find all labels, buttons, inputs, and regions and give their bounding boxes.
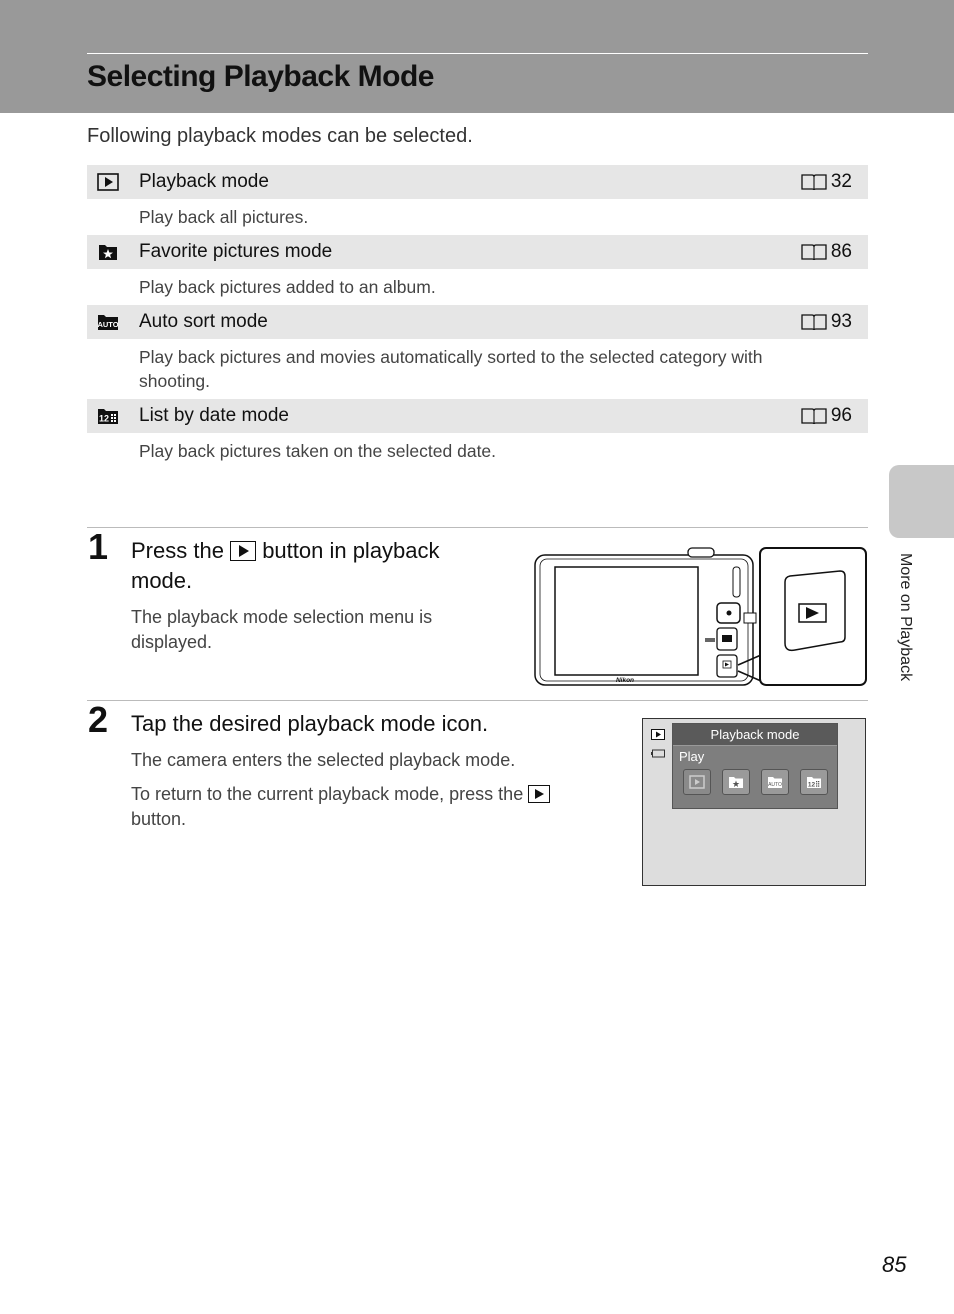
page-reference[interactable]: 86 (801, 241, 852, 263)
book-icon (801, 314, 827, 331)
page-header: Selecting Playback Mode (0, 0, 954, 113)
auto-label: AUTO (97, 320, 118, 329)
section-tab-label: More on Playback (897, 553, 914, 682)
camera-brand: Nikon (616, 677, 634, 684)
step-text: The playback mode selection menu is disp… (131, 607, 433, 652)
step-number: 2 (88, 699, 109, 740)
menu-auto-sort-button[interactable]: AUTO (760, 769, 789, 795)
mode-description: Play back pictures and movies automatica… (139, 347, 763, 391)
playback-button-icon (230, 541, 257, 561)
menu-playback-button[interactable] (682, 769, 711, 795)
menu-favorite-button[interactable] (721, 769, 750, 795)
step-number: 1 (88, 526, 109, 567)
date-label: 12 (807, 782, 815, 789)
mode-row-favorite: Favorite pictures mode 86 (87, 235, 868, 269)
mode-row-playback: Playback mode 32 (87, 165, 868, 199)
favorite-pictures-icon (728, 777, 743, 788)
mode-description: Play back pictures taken on the selected… (139, 441, 497, 461)
playback-icon (97, 173, 119, 191)
playback-icon (651, 729, 665, 740)
mode-row-auto-sort: AUTO Auto sort mode 93 (87, 305, 868, 339)
screen-status-icons (651, 727, 665, 763)
camera-illustration: Nikon (534, 547, 867, 686)
mode-name: Playback mode (139, 171, 269, 192)
list-by-date-icon: 12 (806, 777, 821, 789)
menu-list-by-date-button[interactable]: 12 (799, 769, 828, 795)
page-title: Selecting Playback Mode (87, 60, 434, 93)
step-divider (87, 527, 868, 528)
mode-table: Playback mode 32 Play back all pictures.… (87, 165, 868, 469)
menu-icon-row: AUTO 12 (673, 769, 837, 795)
mode-name: Auto sort mode (139, 311, 268, 332)
playback-icon (688, 775, 705, 789)
book-icon (801, 408, 827, 425)
date-label: 12 (99, 414, 109, 424)
favorite-pictures-icon (99, 245, 117, 260)
mode-row-list-by-date: 12 List by date mode 96 (87, 399, 868, 433)
page-reference-number: 96 (830, 405, 852, 426)
step-title-start: Press the (131, 538, 224, 563)
page-reference[interactable]: 93 (801, 311, 852, 333)
book-icon (801, 244, 827, 261)
mode-description: Play back all pictures. (139, 207, 309, 227)
page-reference[interactable]: 32 (801, 171, 852, 193)
menu-subtitle: Play (679, 749, 705, 764)
playback-button-icon (528, 785, 551, 803)
book-icon (801, 174, 827, 191)
auto-sort-icon: AUTO (97, 315, 119, 330)
auto-label: AUTO (768, 782, 782, 788)
step-title: Tap the desired playback mode icon. (131, 711, 489, 736)
screen-illustration: Playback mode Play AUTO 12 (642, 718, 866, 886)
list-by-date-icon: 12 (98, 409, 118, 424)
mode-name: List by date mode (139, 405, 289, 426)
step-text-start: To return to the current playback mode, … (131, 784, 524, 804)
playback-mode-menu: Playback mode Play AUTO 12 (672, 723, 838, 809)
step-text-return: To return to the current playback mode, … (131, 782, 601, 832)
menu-title: Playback mode (673, 724, 837, 746)
page-reference-number: 93 (830, 311, 852, 332)
step-text: The camera enters the selected playback … (131, 750, 516, 770)
step-divider (87, 700, 868, 701)
page-reference-number: 32 (830, 171, 852, 192)
page-reference-number: 86 (830, 241, 852, 262)
intro-text: Following playback modes can be selected… (87, 125, 473, 147)
auto-sort-icon: AUTO (767, 777, 782, 788)
step-title: Press the button in playback mode. (131, 536, 491, 596)
section-tab[interactable] (889, 465, 954, 538)
page-reference[interactable]: 96 (801, 405, 852, 427)
step-text-end: button. (131, 809, 187, 829)
header-rule (87, 53, 868, 54)
mode-name: Favorite pictures mode (139, 241, 333, 262)
battery-icon (651, 749, 665, 758)
mode-description: Play back pictures added to an album. (139, 277, 436, 297)
page-number: 85 (882, 1252, 907, 1277)
